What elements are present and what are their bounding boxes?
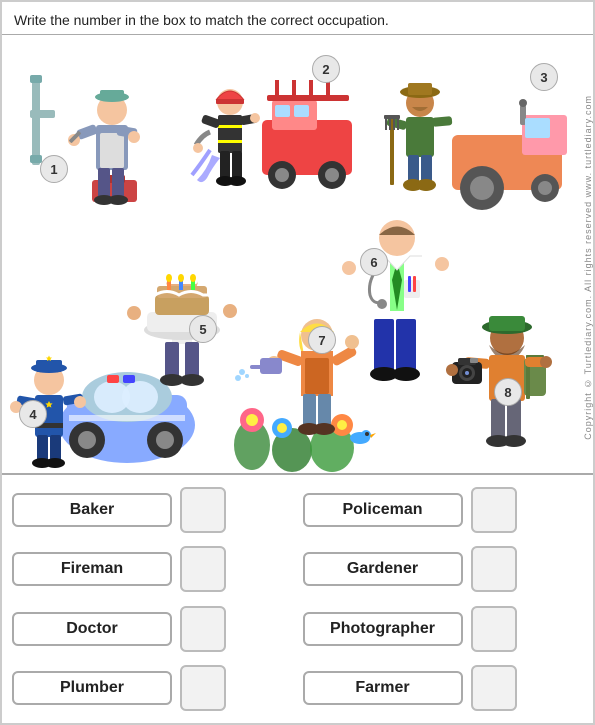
character-7: 7	[232, 280, 387, 480]
occupation-farmer: Farmer	[303, 671, 463, 705]
page: Write the number in the box to match the…	[0, 0, 595, 725]
match-half-left-3: Doctor	[12, 606, 293, 652]
answer-box-gardener[interactable]	[471, 546, 517, 592]
match-half-right-4: Farmer	[303, 665, 584, 711]
match-half-left-4: Plumber	[12, 665, 293, 711]
occupation-baker: Baker	[12, 493, 172, 527]
occupation-doctor: Doctor	[12, 612, 172, 646]
match-half-left-2: Fireman	[12, 546, 293, 592]
number-7: 7	[308, 326, 336, 354]
occupation-gardener: Gardener	[303, 552, 463, 586]
answer-box-policeman[interactable]	[471, 487, 517, 533]
occupation-fireman: Fireman	[12, 552, 172, 586]
match-half-left-1: Baker	[12, 487, 293, 533]
number-3: 3	[530, 63, 558, 91]
answer-box-fireman[interactable]	[180, 546, 226, 592]
match-row-4: Plumber Farmer	[12, 662, 583, 716]
number-8: 8	[494, 378, 522, 406]
illustrations-area: Copyright © Turtlediary.com. All rights …	[2, 35, 593, 505]
occupation-policeman: Policeman	[303, 493, 463, 527]
number-5: 5	[189, 315, 217, 343]
answer-box-plumber[interactable]	[180, 665, 226, 711]
occupation-photographer: Photographer	[303, 612, 463, 646]
number-6: 6	[360, 248, 388, 276]
answer-box-photographer[interactable]	[471, 606, 517, 652]
character-5: 5	[117, 230, 247, 430]
number-2: 2	[312, 55, 340, 83]
answer-box-doctor[interactable]	[180, 606, 226, 652]
match-row-2: Fireman Gardener	[12, 543, 583, 597]
matching-section: Baker Policeman Fireman Gardener Doctor	[2, 473, 593, 723]
occupation-plumber: Plumber	[12, 671, 172, 705]
match-half-right-1: Policeman	[303, 487, 584, 533]
match-half-right-2: Gardener	[303, 546, 584, 592]
character-2: 2	[182, 50, 362, 210]
match-row-3: Doctor Photographer	[12, 602, 583, 656]
match-half-right-3: Photographer	[303, 606, 584, 652]
match-row-1: Baker Policeman	[12, 483, 583, 537]
number-1: 1	[40, 155, 68, 183]
character-8: 8	[442, 290, 587, 490]
character-1: 1	[22, 65, 162, 220]
instruction-text: Write the number in the box to match the…	[2, 2, 593, 35]
answer-box-farmer[interactable]	[471, 665, 517, 711]
answer-box-baker[interactable]	[180, 487, 226, 533]
number-4: 4	[19, 400, 47, 428]
